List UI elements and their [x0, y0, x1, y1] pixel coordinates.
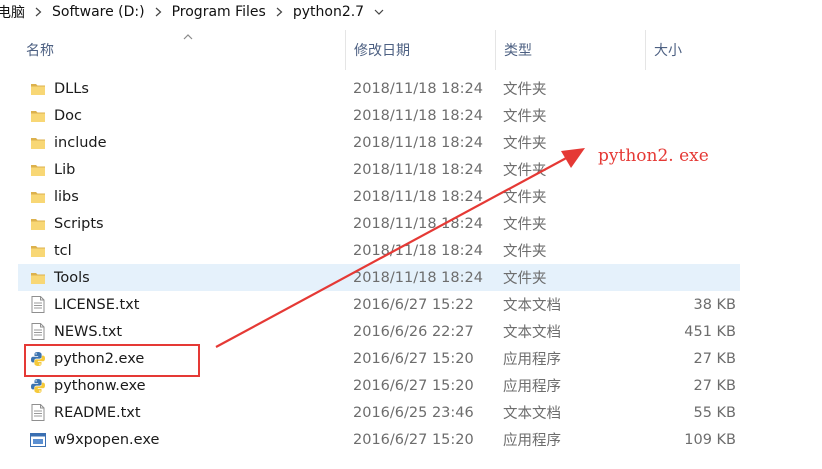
file-date: 2018/11/18 18:24	[353, 269, 483, 286]
file-row[interactable]: tcl 2018/11/18 18:24 文件夹	[18, 237, 740, 264]
file-type: 文件夹	[503, 163, 547, 179]
file-row[interactable]: DLLs 2018/11/18 18:24 文件夹	[18, 75, 740, 102]
breadcrumb: 电脑 Software (D:) Program Files python2.7	[0, 0, 822, 24]
file-name: include	[54, 134, 107, 151]
chevron-right-icon[interactable]	[270, 7, 289, 17]
file-type: 应用程序	[503, 379, 561, 395]
file-name: Doc	[54, 107, 83, 124]
breadcrumb-item-python27[interactable]: python2.7	[289, 4, 368, 20]
file-list: DLLs 2018/11/18 18:24 文件夹 Doc 2018/11/18 18:…	[18, 75, 740, 453]
file-type: 文件夹	[503, 271, 547, 287]
file-row[interactable]: Lib 2018/11/18 18:24 文件夹	[18, 156, 740, 183]
folder-icon	[28, 264, 48, 291]
file-row[interactable]: Tools 2018/11/18 18:24 文件夹	[18, 264, 740, 291]
file-name: Lib	[54, 161, 76, 178]
file-type: 文本文档	[503, 325, 561, 341]
folder-icon	[28, 102, 48, 129]
folder-icon	[28, 237, 48, 264]
chevron-right-icon[interactable]	[149, 7, 168, 17]
file-row[interactable]: include 2018/11/18 18:24 文件夹	[18, 129, 740, 156]
file-name: pythonw.exe	[54, 377, 146, 394]
column-header-size[interactable]: 大小	[645, 30, 750, 70]
file-type: 文件夹	[503, 82, 547, 98]
file-name: python2.exe	[54, 350, 145, 367]
file-date: 2018/11/18 18:24	[353, 215, 483, 232]
text-file-icon	[28, 291, 48, 318]
file-date: 2016/6/26 22:27	[353, 323, 474, 340]
file-date: 2018/11/18 18:24	[353, 242, 483, 259]
file-row[interactable]: w9xpopen.exe 2016/6/27 15:20 应用程序 109 KB	[18, 426, 740, 453]
file-date: 2016/6/27 15:20	[353, 350, 474, 367]
file-type: 文件夹	[503, 190, 547, 206]
file-size: 27 KB	[693, 377, 736, 394]
file-name: LICENSE.txt	[54, 296, 140, 313]
file-type: 文件夹	[503, 217, 547, 233]
file-date: 2018/11/18 18:24	[353, 80, 483, 97]
chevron-down-icon[interactable]	[368, 9, 390, 16]
file-row[interactable]: Doc 2018/11/18 18:24 文件夹	[18, 102, 740, 129]
file-date: 2018/11/18 18:24	[353, 188, 483, 205]
file-type: 文件夹	[503, 244, 547, 260]
file-name: libs	[54, 188, 79, 205]
folder-icon	[28, 183, 48, 210]
breadcrumb-item-drive[interactable]: Software (D:)	[48, 4, 149, 20]
file-name: Tools	[54, 269, 90, 286]
folder-icon	[28, 75, 48, 102]
exe-window-icon	[28, 426, 48, 453]
column-header: 名称 修改日期 类型 大小	[18, 30, 822, 70]
file-type: 应用程序	[503, 433, 561, 449]
file-type: 文本文档	[503, 406, 561, 422]
file-row[interactable]: pythonw.exe 2016/6/27 15:20 应用程序 27 KB	[18, 372, 740, 399]
folder-icon	[28, 129, 48, 156]
file-type: 文件夹	[503, 136, 547, 152]
file-size: 27 KB	[693, 350, 736, 367]
file-date: 2018/11/18 18:24	[353, 134, 483, 151]
chevron-right-icon[interactable]	[29, 7, 48, 17]
file-type: 文件夹	[503, 109, 547, 125]
file-date: 2016/6/27 15:22	[353, 296, 474, 313]
breadcrumb-item-computer[interactable]: 电脑	[0, 2, 29, 22]
file-size: 109 KB	[684, 431, 736, 448]
file-type: 应用程序	[503, 352, 561, 368]
file-row[interactable]: README.txt 2016/6/25 23:46 文本文档 55 KB	[18, 399, 740, 426]
column-header-type[interactable]: 类型	[495, 30, 645, 70]
file-row[interactable]: libs 2018/11/18 18:24 文件夹	[18, 183, 740, 210]
breadcrumb-item-program-files[interactable]: Program Files	[168, 4, 270, 20]
file-date: 2018/11/18 18:24	[353, 107, 483, 124]
file-row[interactable]: LICENSE.txt 2016/6/27 15:22 文本文档 38 KB	[18, 291, 740, 318]
file-row[interactable]: Scripts 2018/11/18 18:24 文件夹	[18, 210, 740, 237]
column-header-date[interactable]: 修改日期	[345, 30, 495, 70]
text-file-icon	[28, 318, 48, 345]
file-size: 451 KB	[684, 323, 736, 340]
column-header-name[interactable]: 名称	[18, 30, 345, 70]
file-type: 文本文档	[503, 298, 561, 314]
file-size: 55 KB	[693, 404, 736, 421]
file-explorer-window: 电脑 Software (D:) Program Files python2.7…	[0, 0, 822, 469]
file-name: DLLs	[54, 80, 89, 97]
text-file-icon	[28, 399, 48, 426]
file-name: NEWS.txt	[54, 323, 123, 340]
file-row[interactable]: python2.exe 2016/6/27 15:20 应用程序 27 KB	[18, 345, 740, 372]
file-row[interactable]: NEWS.txt 2016/6/26 22:27 文本文档 451 KB	[18, 318, 740, 345]
file-date: 2016/6/25 23:46	[353, 404, 474, 421]
python-icon	[28, 372, 48, 399]
file-date: 2018/11/18 18:24	[353, 161, 483, 178]
file-date: 2016/6/27 15:20	[353, 431, 474, 448]
file-name: Scripts	[54, 215, 104, 232]
file-size: 38 KB	[693, 296, 736, 313]
file-name: tcl	[54, 242, 72, 259]
folder-icon	[28, 156, 48, 183]
python-icon	[28, 345, 48, 372]
file-name: w9xpopen.exe	[54, 431, 160, 448]
file-date: 2016/6/27 15:20	[353, 377, 474, 394]
folder-icon	[28, 210, 48, 237]
file-name: README.txt	[54, 404, 141, 421]
